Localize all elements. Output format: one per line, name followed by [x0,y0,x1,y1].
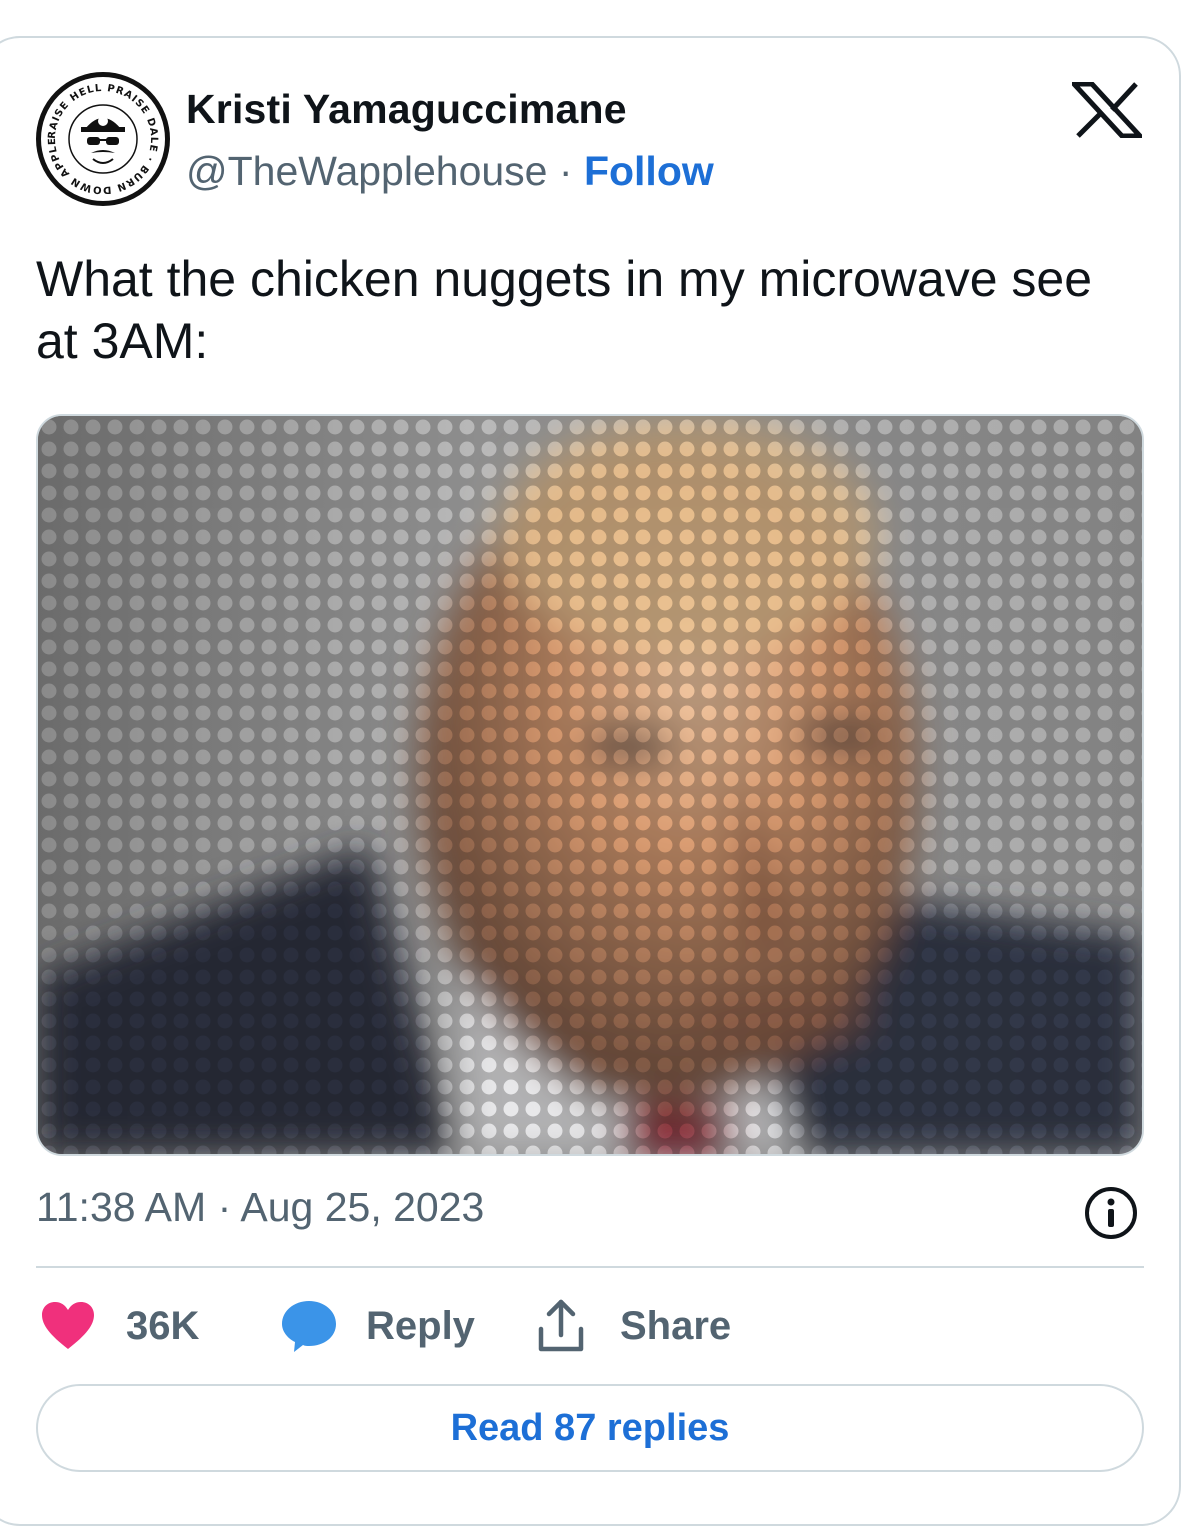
speech-bubble-icon [282,1301,336,1352]
timestamp-separator: · [217,1184,232,1230]
tweet-text: What the chicken nuggets in my microwave… [36,251,1093,369]
handle-separator: · [558,148,573,194]
read-replies-button[interactable]: Read 87 replies [36,1384,1144,1472]
tweet-date: Aug 25, 2023 [240,1184,485,1230]
info-icon[interactable] [1084,1186,1138,1240]
author-handle[interactable]: @TheWapplehouse [186,148,547,194]
like-button[interactable]: 36K [40,1296,199,1356]
heart-icon [42,1302,94,1349]
divider [36,1266,1144,1268]
author-name[interactable]: Kristi Yamaguccimane [186,86,627,133]
x-logo-icon[interactable] [1072,82,1142,138]
tweet-media-image[interactable] [36,414,1144,1156]
share-button[interactable]: Share [536,1296,731,1356]
tweet-time: 11:38 AM [36,1184,207,1230]
author-avatar[interactable]: RAISE HELL PRAISE DALE · BURN DOWN APPLE… [36,72,170,206]
like-count: 36K [126,1303,200,1348]
author-handle-row: @TheWapplehouse · Follow [186,148,714,195]
avatar-badge-icon: RAISE HELL PRAISE DALE · BURN DOWN APPLE… [41,77,163,199]
tweet-timestamp[interactable]: 11:38 AM · Aug 25, 2023 [36,1184,484,1231]
share-upload-icon [538,1299,584,1352]
reply-button[interactable]: Reply [280,1296,475,1356]
microwave-mesh-photo [38,416,1142,1154]
follow-button[interactable]: Follow [584,148,714,194]
reply-label: Reply [366,1303,475,1348]
share-label: Share [620,1303,732,1348]
